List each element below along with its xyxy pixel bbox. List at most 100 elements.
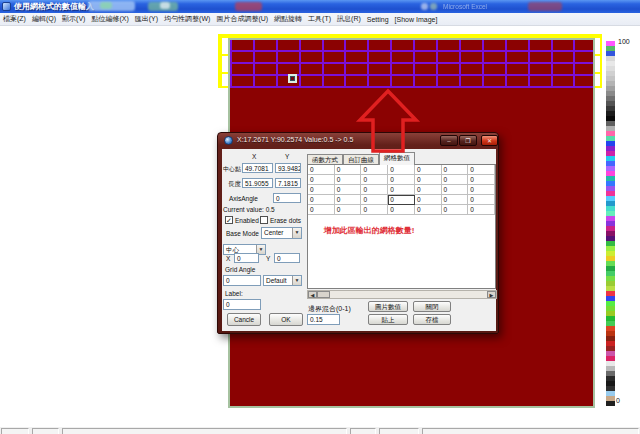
chevron-down-icon[interactable]: ▼ [292, 276, 301, 285]
table-cell[interactable]: 0 [442, 205, 469, 215]
menu-item[interactable]: 顯示(V) [59, 14, 88, 24]
horizontal-scrollbar[interactable]: ◀ ▶ [307, 290, 497, 299]
menu-item[interactable]: 工具(T) [305, 14, 334, 24]
dialog-titlebar[interactable]: X:17.2671 Y:90.2574 Value:0.5 -> 0.5 – ❐… [218, 133, 498, 149]
minimize-icon: – [441, 136, 457, 145]
tab-2[interactable]: 網格數值 [379, 152, 415, 165]
table-cell[interactable]: 0 [388, 175, 415, 185]
table-cell[interactable]: 0 [361, 205, 388, 215]
table-cell[interactable]: 0 [361, 165, 388, 175]
table-cell[interactable]: 0 [468, 205, 495, 215]
table-cell[interactable]: 0 [468, 175, 495, 185]
table-cell[interactable]: 0 [442, 195, 469, 205]
base-mode-select[interactable]: Center ▼ [261, 227, 302, 239]
menu-item[interactable]: 訊息(R) [334, 14, 364, 24]
table-cell[interactable]: 0 [415, 185, 442, 195]
paste-button[interactable]: 貼上 [368, 314, 408, 325]
enabled-checkbox[interactable]: ✓ [225, 216, 233, 224]
save-button[interactable]: 存檔 [413, 314, 451, 325]
menu-item[interactable]: 點位編修(X) [88, 14, 131, 24]
table-cell[interactable]: 0 [442, 175, 469, 185]
menu-item[interactable]: 檔案(Z) [0, 14, 29, 24]
close-dialog-button[interactable]: 關閉 [413, 301, 451, 312]
maximize-button[interactable]: ❐ [459, 135, 477, 146]
table-cell[interactable]: 0 [335, 185, 362, 195]
statusbar [0, 427, 640, 434]
image-values-button[interactable]: 圖片數值 [368, 301, 408, 312]
ok-button[interactable]: OK [269, 313, 303, 326]
table-cell[interactable]: 0 [361, 185, 388, 195]
selected-cell-marker[interactable] [288, 74, 297, 83]
status-cell [422, 428, 639, 434]
label-field[interactable]: 0 [223, 299, 261, 310]
chevron-down-icon[interactable]: ▼ [292, 228, 301, 238]
close-icon: ✕ [482, 136, 497, 145]
center-x-field[interactable]: 49.7081 [242, 163, 273, 173]
menu-item[interactable]: 均勻性調整(W) [161, 14, 213, 24]
table-cell[interactable]: 0 [468, 185, 495, 195]
table-cell[interactable]: 0 [415, 195, 442, 205]
table-cell[interactable]: 0 [442, 165, 469, 175]
titlebar: 使用網格式的數值輸入 Microsoft Excel [0, 0, 640, 13]
table-cell[interactable]: 0 [415, 165, 442, 175]
color-band [606, 401, 615, 406]
blend-field[interactable]: 0.15 [307, 314, 340, 325]
table-row: 0000000 [308, 195, 495, 205]
window-title: 使用網格式的數值輸入 [14, 1, 94, 12]
minimize-button[interactable]: – [440, 135, 458, 146]
center-y-field[interactable]: 93.9482 [275, 163, 301, 173]
x-field[interactable]: 0 [234, 253, 259, 263]
status-cell [379, 428, 419, 434]
table-cell[interactable]: 0 [308, 205, 335, 215]
menu-item[interactable]: 編輯(Q) [29, 14, 59, 24]
grid-angle-field[interactable]: 0 [223, 275, 261, 286]
scroll-right-icon[interactable]: ▶ [487, 291, 496, 298]
table-cell[interactable]: 0 [388, 195, 415, 205]
menu-item[interactable]: 圖片合成調整(U) [213, 14, 271, 24]
length-label: 長度 [228, 180, 241, 189]
status-cell [1, 428, 29, 434]
table-cell[interactable]: 0 [308, 195, 335, 205]
table-cell[interactable]: 0 [335, 205, 362, 215]
y-field[interactable]: 0 [274, 253, 300, 263]
cancel-button[interactable]: Cancle [227, 313, 261, 326]
table-cell[interactable]: 0 [335, 165, 362, 175]
scroll-thumb[interactable] [317, 291, 330, 298]
menu-item[interactable]: 匯出(Y) [132, 14, 161, 24]
table-cell[interactable]: 0 [415, 175, 442, 185]
table-cell[interactable]: 0 [335, 195, 362, 205]
table-cell[interactable]: 0 [335, 175, 362, 185]
axis-angle-label: AxisAngle [229, 195, 258, 202]
status-cell [32, 428, 59, 434]
length-y-field[interactable]: 7.1815 [275, 178, 301, 188]
axis-angle-field[interactable]: 0 [273, 193, 301, 203]
dialog-icon [224, 136, 233, 145]
length-x-field[interactable]: 51.9055 [242, 178, 273, 188]
menu-item[interactable]: 網點旋轉 [271, 14, 305, 24]
table-cell[interactable]: 0 [442, 185, 469, 195]
table-cell[interactable]: 0 [415, 205, 442, 215]
maximize-icon: ❐ [460, 136, 476, 145]
table-cell[interactable]: 0 [388, 185, 415, 195]
scroll-left-icon[interactable]: ◀ [308, 291, 317, 298]
table-cell[interactable]: 0 [308, 175, 335, 185]
enabled-label: Enabled [235, 217, 259, 224]
table-cell[interactable]: 0 [308, 165, 335, 175]
label-label: Label: [225, 290, 243, 297]
menu-item[interactable]: Setting [364, 16, 392, 23]
table-row: 0000000 [308, 175, 495, 185]
table-cell[interactable]: 0 [388, 165, 415, 175]
column-header-x: X [252, 153, 256, 160]
table-cell[interactable]: 0 [361, 175, 388, 185]
grid-angle-mode-select[interactable]: Default ▼ [263, 275, 302, 286]
close-button[interactable]: ✕ [481, 135, 498, 146]
table-cell[interactable]: 0 [388, 205, 415, 215]
menu-item[interactable]: [Show Image] [392, 16, 441, 23]
scale-min-label: 0 [616, 397, 620, 404]
table-cell[interactable]: 0 [308, 185, 335, 195]
table-cell[interactable]: 0 [468, 195, 495, 205]
titlebar-artifact [430, 3, 437, 10]
table-cell[interactable]: 0 [361, 195, 388, 205]
table-cell[interactable]: 0 [468, 165, 495, 175]
erase-dots-checkbox[interactable] [260, 216, 268, 224]
